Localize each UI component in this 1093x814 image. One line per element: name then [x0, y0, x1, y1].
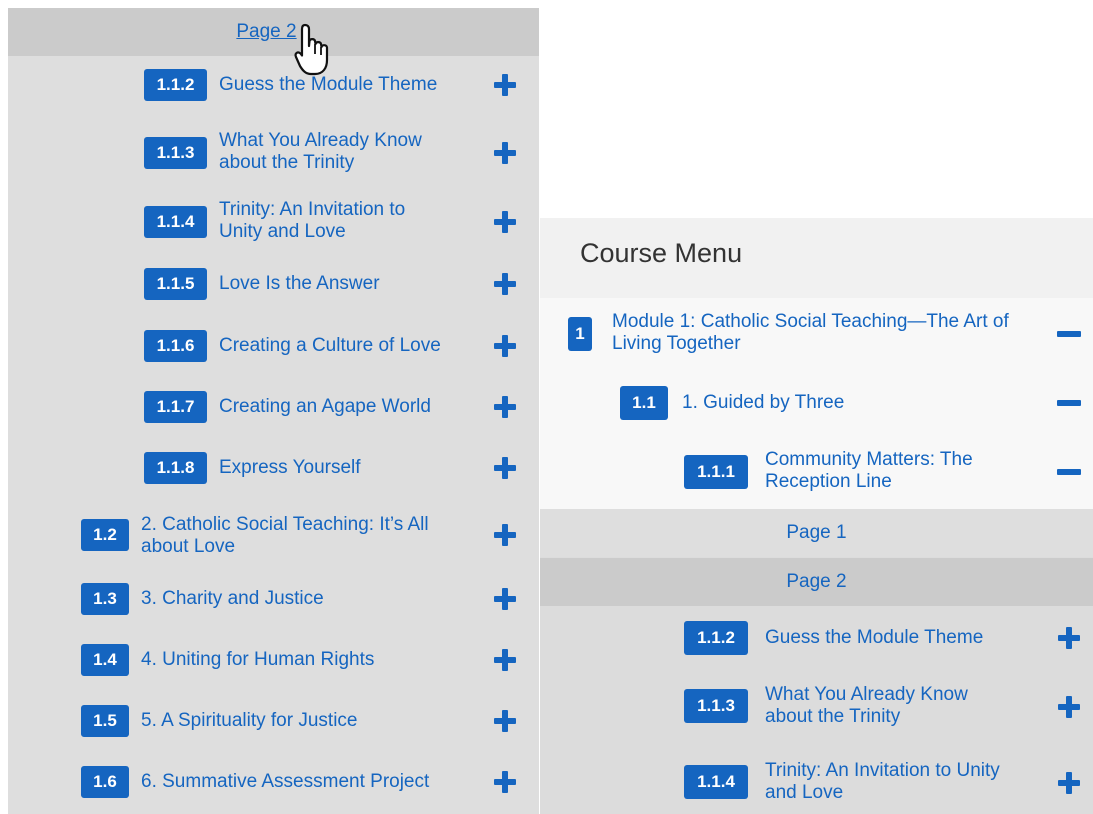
- item-label[interactable]: Express Yourself: [219, 457, 361, 479]
- item-badge: 1.6: [81, 766, 129, 798]
- plus-icon[interactable]: [494, 396, 516, 418]
- item-badge: 1.1.5: [144, 268, 207, 300]
- plus-icon[interactable]: [1058, 772, 1080, 794]
- item-badge: 1.5: [81, 705, 129, 737]
- menu-item-1-2[interactable]: 1.2 2. Catholic Social Teaching: It’s Al…: [8, 511, 539, 559]
- menu-item-1-5[interactable]: 1.5 5. A Spirituality for Justice: [8, 705, 539, 737]
- item-badge: 1.1.8: [144, 452, 207, 484]
- item-badge: 1.4: [81, 644, 129, 676]
- item-badge: 1.1.4: [144, 206, 207, 238]
- plus-icon[interactable]: [494, 588, 516, 610]
- course-menu-header: Course Menu: [540, 218, 1093, 298]
- item-label[interactable]: 2. Catholic Social Teaching: It’s All ab…: [141, 514, 461, 558]
- menu-item-1-1-7[interactable]: 1.1.7 Creating an Agape World: [8, 391, 539, 423]
- plus-icon[interactable]: [1058, 696, 1080, 718]
- plus-icon[interactable]: [494, 211, 516, 233]
- page-2-link-row[interactable]: Page 2: [8, 8, 539, 56]
- item-label[interactable]: What You Already Know about the Trinity: [219, 130, 459, 174]
- item-label[interactable]: What You Already Know about the Trinity: [765, 684, 1010, 728]
- item-badge: 1.1.2: [684, 621, 748, 655]
- page-1-link[interactable]: Page 1: [786, 522, 846, 544]
- plus-icon[interactable]: [494, 457, 516, 479]
- menu-item-1-1-4[interactable]: 1.1.4 Trinity: An Invitation to Unity an…: [8, 197, 539, 245]
- item-label[interactable]: Creating an Agape World: [219, 396, 431, 418]
- item-label[interactable]: 4. Uniting for Human Rights: [141, 649, 374, 671]
- item-label[interactable]: 3. Charity and Justice: [141, 588, 324, 610]
- menu-item-1-1-2[interactable]: 1.1.2 Guess the Module Theme: [8, 69, 539, 101]
- page-1-link-row[interactable]: Page 1: [540, 509, 1093, 557]
- menu-item-1-1-8[interactable]: 1.1.8 Express Yourself: [8, 452, 539, 484]
- plus-icon[interactable]: [494, 74, 516, 96]
- item-badge: 1.1.3: [144, 137, 207, 169]
- course-menu-title: Course Menu: [580, 238, 743, 268]
- minus-icon[interactable]: [1057, 400, 1081, 406]
- menu-item-1-1-5[interactable]: 1.1.5 Love Is the Answer: [8, 268, 539, 300]
- plus-icon[interactable]: [494, 771, 516, 793]
- left-course-menu-panel: Page 2 1.1.2 Guess the Module Theme 1.1.…: [8, 8, 539, 814]
- menu-item-1-1-1[interactable]: 1.1.1 Community Matters: The Reception L…: [540, 448, 1093, 496]
- menu-item-module-1[interactable]: 1 Module 1: Catholic Social Teaching—The…: [540, 310, 1093, 358]
- page-2-link[interactable]: Page 2: [786, 571, 846, 593]
- plus-icon[interactable]: [494, 273, 516, 295]
- item-label[interactable]: 1. Guided by Three: [682, 392, 844, 414]
- item-label[interactable]: 5. A Spirituality for Justice: [141, 710, 358, 732]
- plus-icon[interactable]: [494, 710, 516, 732]
- menu-item-1-1-3[interactable]: 1.1.3 What You Already Know about the Tr…: [8, 128, 539, 176]
- minus-icon[interactable]: [1057, 469, 1081, 475]
- item-badge: 1.1.2: [144, 69, 207, 101]
- item-badge: 1.1.1: [684, 455, 748, 489]
- menu-item-1-1-4[interactable]: 1.1.4 Trinity: An Invitation to Unity an…: [540, 758, 1093, 806]
- item-label[interactable]: Trinity: An Invitation to Unity and Love: [219, 199, 449, 243]
- item-badge: 1: [568, 317, 592, 351]
- minus-icon[interactable]: [1057, 331, 1081, 337]
- item-label[interactable]: 6. Summative Assessment Project: [141, 771, 429, 793]
- item-badge: 1.1.4: [684, 765, 748, 799]
- item-label[interactable]: Trinity: An Invitation to Unity and Love: [765, 760, 1000, 804]
- right-course-menu-panel: Course Menu 1 Module 1: Catholic Social …: [540, 218, 1093, 814]
- menu-item-1-1-3[interactable]: 1.1.3 What You Already Know about the Tr…: [540, 682, 1093, 730]
- plus-icon[interactable]: [494, 142, 516, 164]
- menu-item-1-1[interactable]: 1.1 1. Guided by Three: [540, 386, 1093, 420]
- hand-pointer-icon: [294, 23, 329, 76]
- plus-icon[interactable]: [494, 335, 516, 357]
- item-badge: 1.3: [81, 583, 129, 615]
- item-badge: 1.1: [620, 386, 668, 420]
- item-label[interactable]: Love Is the Answer: [219, 273, 380, 295]
- item-badge: 1.1.6: [144, 330, 207, 362]
- plus-icon[interactable]: [494, 524, 516, 546]
- item-badge: 1.1.3: [684, 689, 748, 723]
- menu-item-1-6[interactable]: 1.6 6. Summative Assessment Project: [8, 766, 539, 798]
- menu-item-1-4[interactable]: 1.4 4. Uniting for Human Rights: [8, 644, 539, 676]
- item-label[interactable]: Guess the Module Theme: [765, 627, 983, 649]
- menu-item-1-1-6[interactable]: 1.1.6 Creating a Culture of Love: [8, 330, 539, 362]
- page-2-link[interactable]: Page 2: [236, 21, 296, 43]
- plus-icon[interactable]: [1058, 627, 1080, 649]
- item-badge: 1.2: [81, 519, 129, 551]
- item-badge: 1.1.7: [144, 391, 207, 423]
- plus-icon[interactable]: [494, 649, 516, 671]
- page-2-link-row[interactable]: Page 2: [540, 558, 1093, 606]
- item-label[interactable]: Module 1: Catholic Social Teaching—The A…: [612, 311, 1032, 355]
- item-label[interactable]: Creating a Culture of Love: [219, 335, 441, 357]
- menu-item-1-3[interactable]: 1.3 3. Charity and Justice: [8, 583, 539, 615]
- menu-item-1-1-2[interactable]: 1.1.2 Guess the Module Theme: [540, 621, 1093, 655]
- item-label[interactable]: Community Matters: The Reception Line: [765, 449, 1025, 493]
